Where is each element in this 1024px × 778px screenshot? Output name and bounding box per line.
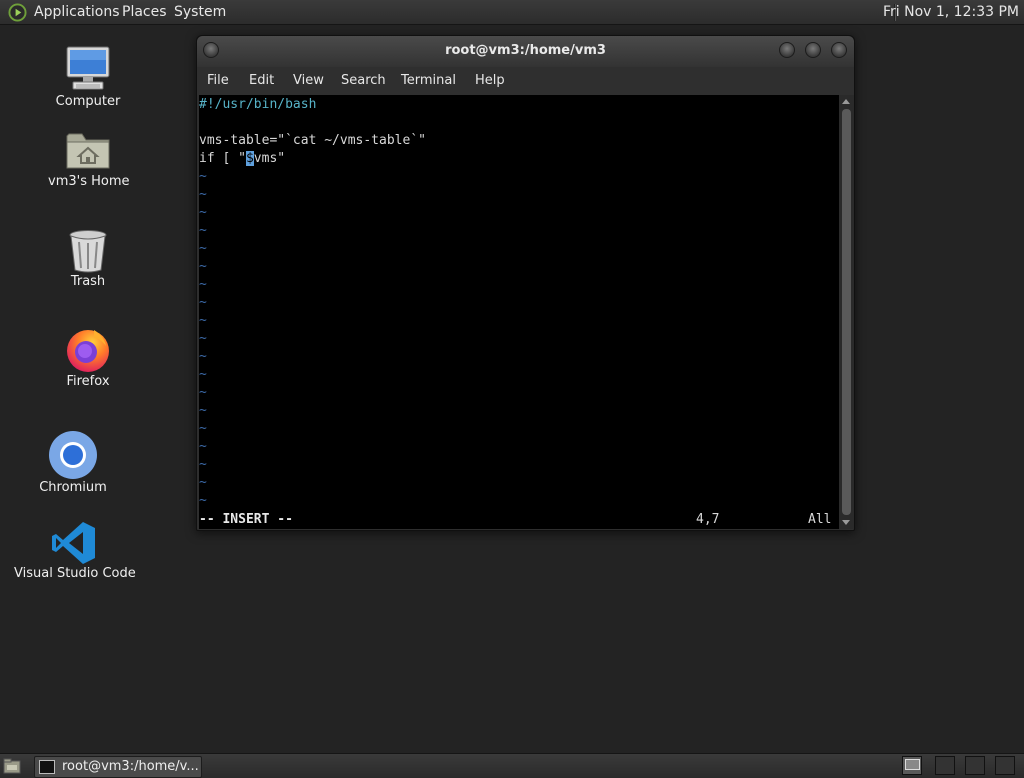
empty-line-tilde: ~ (199, 403, 207, 418)
empty-line-tilde: ~ (199, 187, 207, 202)
menu-search[interactable]: Search (341, 73, 386, 88)
show-desktop-icon[interactable] (3, 758, 21, 774)
empty-line-tilde: ~ (199, 385, 207, 400)
desktop-icon-home[interactable]: vm3's Home (48, 126, 130, 189)
line-text: if [ " (199, 151, 246, 166)
vscode-icon (52, 522, 95, 564)
scroll-down-arrow-icon[interactable] (842, 520, 850, 525)
desktop-icon-firefox[interactable]: Firefox (48, 326, 128, 389)
empty-line-tilde: ~ (199, 259, 207, 274)
firefox-icon (67, 330, 109, 372)
terminal-scrollbar[interactable] (839, 95, 854, 529)
empty-line-tilde: ~ (199, 169, 207, 184)
desktop-icon-label: Chromium (39, 480, 107, 495)
chromium-icon (49, 431, 97, 479)
places-menu[interactable]: Places (122, 4, 167, 20)
empty-line-tilde: ~ (199, 331, 207, 346)
applications-menu-icon[interactable] (8, 3, 27, 22)
menu-file[interactable]: File (207, 73, 229, 88)
scroll-up-arrow-icon[interactable] (842, 99, 850, 104)
editor-line: if [ "$vms" (199, 150, 285, 168)
empty-line-tilde: ~ (199, 349, 207, 364)
desktop-icon-label: Firefox (66, 374, 110, 389)
workspace-3[interactable] (965, 756, 985, 775)
cursor-position: 4,7 (696, 512, 720, 527)
maximize-button[interactable] (805, 42, 821, 58)
line-text: vms" (253, 151, 286, 166)
workspace-1[interactable] (902, 756, 922, 775)
desktop-icon-label: vm3's Home (48, 174, 130, 189)
home-folder-icon (66, 133, 110, 169)
workspace-2[interactable] (935, 756, 955, 775)
desktop-icon-trash[interactable]: Trash (48, 228, 128, 289)
desktop-icon-computer[interactable]: Computer (48, 44, 128, 109)
desktop-icon-chromium[interactable]: Chromium (33, 430, 113, 495)
empty-line-tilde: ~ (199, 223, 207, 238)
editor-line: vms-table="`cat ~/vms-table`" (199, 133, 426, 148)
empty-line-tilde: ~ (199, 421, 207, 436)
system-menu[interactable]: System (174, 4, 226, 20)
desktop-icon-label: Trash (70, 274, 106, 289)
trash-icon (69, 230, 107, 273)
desktop-icon-label: Computer (55, 94, 121, 109)
empty-line-tilde: ~ (199, 367, 207, 382)
window-title: root@vm3:/home/vm3 (445, 43, 606, 58)
empty-line-tilde: ~ (199, 313, 207, 328)
clock[interactable]: Fri Nov 1, 12:33 PM (883, 4, 1019, 20)
terminal-content[interactable]: #!/usr/bin/bash vms-table="`cat ~/vms-ta… (199, 95, 839, 529)
empty-line-tilde: ~ (199, 493, 207, 508)
editor-mode: -- INSERT -- (199, 512, 293, 527)
empty-line-tilde: ~ (199, 295, 207, 310)
empty-line-tilde: ~ (199, 475, 207, 490)
menu-terminal[interactable]: Terminal (401, 73, 456, 88)
terminal-window[interactable]: root@vm3:/home/vm3 File Edit View Search… (196, 35, 855, 531)
empty-line-tilde: ~ (199, 241, 207, 256)
window-titlebar[interactable]: root@vm3:/home/vm3 (197, 36, 854, 67)
editor-line: #!/usr/bin/bash (199, 97, 317, 112)
vim-status-line: -- INSERT -- 4,7 All (199, 511, 839, 529)
taskbar-window-label: root@vm3:/home/v... (62, 759, 199, 774)
terminal-icon (39, 760, 55, 774)
workspace-4[interactable] (995, 756, 1015, 775)
top-panel: Applications Places System Fri Nov 1, 12… (0, 0, 1024, 25)
scrollbar-thumb[interactable] (842, 109, 851, 515)
applications-menu[interactable]: Applications (34, 4, 120, 20)
taskbar-window-button[interactable]: root@vm3:/home/v... (34, 756, 202, 778)
empty-line-tilde: ~ (199, 205, 207, 220)
empty-line-tilde: ~ (199, 457, 207, 472)
minimize-button[interactable] (779, 42, 795, 58)
empty-line-tilde: ~ (199, 277, 207, 292)
desktop-icon-label: Visual Studio Code (14, 566, 136, 581)
empty-line-tilde: ~ (199, 439, 207, 454)
menu-edit[interactable]: Edit (249, 73, 274, 88)
menu-view[interactable]: View (293, 73, 324, 88)
computer-icon (66, 46, 110, 90)
close-button[interactable] (831, 42, 847, 58)
bottom-panel: root@vm3:/home/v... (0, 753, 1024, 778)
terminal-menubar: File Edit View Search Terminal Help (197, 67, 854, 95)
menu-help[interactable]: Help (475, 73, 505, 88)
desktop-icon-vscode[interactable]: Visual Studio Code (14, 520, 136, 581)
text-cursor: $ (245, 151, 254, 166)
scroll-position: All (808, 512, 832, 527)
